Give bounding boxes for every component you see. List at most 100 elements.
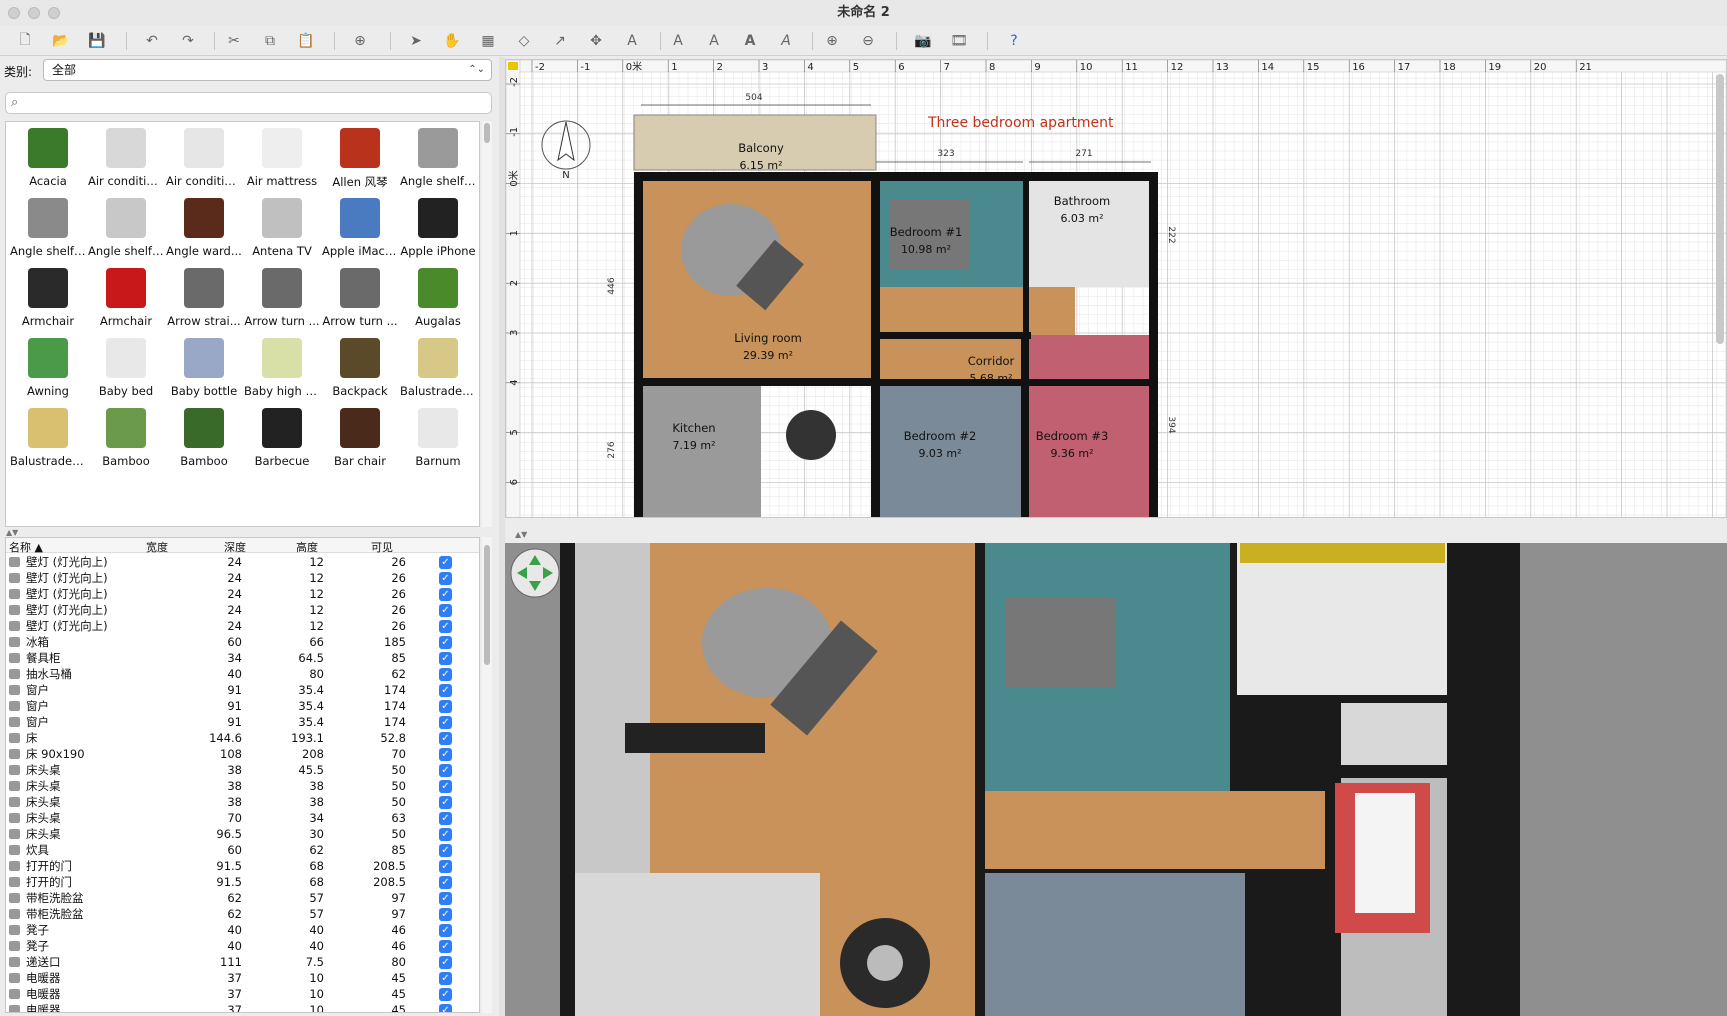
header-name[interactable]: 名称 ▲ [9,539,43,555]
table-row[interactable]: 床头桌 38 38 50 ✓ [6,794,479,810]
catalog-item[interactable]: Barbecue [244,404,320,474]
create-photo-icon[interactable]: 📷 [911,30,935,52]
catalog-item[interactable]: Arrow strai... [166,264,242,334]
undo-icon[interactable]: ↶ [140,30,164,52]
select-arrow-icon[interactable]: ➤ [404,30,428,52]
catalog-item[interactable]: Baby high c... [244,334,320,404]
italic-text-icon[interactable]: A [774,30,798,52]
copy-icon[interactable]: ⧉ [258,30,282,52]
add-furniture-icon[interactable]: ⊕ [348,30,372,52]
split-handle[interactable]: ▲▼ [6,528,18,537]
table-row[interactable]: 餐具柜 34 64.5 85 ✓ [6,650,479,666]
table-row[interactable]: 递送口 111 7.5 80 ✓ [6,954,479,970]
table-row[interactable]: 电暖器 37 10 45 ✓ [6,1002,479,1012]
table-row[interactable]: 凳子 40 40 46 ✓ [6,938,479,954]
header-depth[interactable]: 深度 [224,539,246,555]
category-select[interactable]: 全部 ⌃⌄ [43,59,492,81]
catalog-item[interactable]: Apple iMac ... [322,194,398,264]
visible-checkbox[interactable]: ✓ [439,604,452,617]
catalog-item[interactable]: Balustrade ... [10,404,86,474]
visible-checkbox[interactable]: ✓ [439,700,452,713]
table-row[interactable]: 窗户 91 35.4 174 ✓ [6,714,479,730]
header-height[interactable]: 高度 [296,539,318,555]
catalog-item[interactable]: Baby bottle [166,334,242,404]
catalog-scrollbar[interactable] [482,121,492,527]
visible-checkbox[interactable]: ✓ [439,764,452,777]
visible-checkbox[interactable]: ✓ [439,972,452,985]
catalog-item[interactable]: Air conditio... [88,124,164,194]
catalog-item[interactable]: Angle shelf ... [400,124,476,194]
table-row[interactable]: 床 90x190 108 208 70 ✓ [6,746,479,762]
visible-checkbox[interactable]: ✓ [439,860,452,873]
catalog-item[interactable]: Antena TV [244,194,320,264]
catalog-item[interactable]: Air conditio... [166,124,242,194]
create-polylines-icon[interactable]: ↗ [548,30,572,52]
visible-checkbox[interactable]: ✓ [439,876,452,889]
catalog-item[interactable]: Acacia [10,124,86,194]
visible-checkbox[interactable]: ✓ [439,988,452,1001]
text-style-icon[interactable]: A [702,30,726,52]
visible-checkbox[interactable]: ✓ [439,684,452,697]
table-row[interactable]: 壁灯 (灯光向上) 24 12 26 ✓ [6,602,479,618]
split-handle[interactable]: ▲▼ [515,530,527,539]
catalog-item[interactable]: Baby bed [88,334,164,404]
catalog-item[interactable]: Bamboo [88,404,164,474]
catalog-item[interactable]: Barnum [400,404,476,474]
visible-checkbox[interactable]: ✓ [439,828,452,841]
minimize-window-button[interactable] [28,7,40,19]
table-row[interactable]: 床 144.6 193.1 52.8 ✓ [6,730,479,746]
catalog-item[interactable]: Angle shelf ... [10,194,86,264]
paste-icon[interactable]: 📋 [294,30,318,52]
table-row[interactable]: 打开的门 91.5 68 208.5 ✓ [6,858,479,874]
add-text-icon[interactable]: A [620,30,644,52]
table-scrollbar[interactable] [482,537,492,1013]
visible-checkbox[interactable]: ✓ [439,748,452,761]
create-dimensions-icon[interactable]: ✥ [584,30,608,52]
visible-checkbox[interactable]: ✓ [439,636,452,649]
visible-checkbox[interactable]: ✓ [439,796,452,809]
visible-checkbox[interactable]: ✓ [439,732,452,745]
table-row[interactable]: 窗户 91 35.4 174 ✓ [6,698,479,714]
catalog-item[interactable]: Bamboo [166,404,242,474]
visible-checkbox[interactable]: ✓ [439,924,452,937]
visible-checkbox[interactable]: ✓ [439,716,452,729]
visible-checkbox[interactable]: ✓ [439,1004,452,1012]
catalog-item[interactable]: Balustrade ... [400,334,476,404]
create-walls-icon[interactable]: ▦ [476,30,500,52]
catalog-item[interactable]: Armchair [88,264,164,334]
catalog-item[interactable]: Augalas [400,264,476,334]
catalog-item[interactable]: Bar chair [322,404,398,474]
visible-checkbox[interactable]: ✓ [439,668,452,681]
table-row[interactable]: 壁灯 (灯光向上) 24 12 26 ✓ [6,618,479,634]
table-row[interactable]: 带柜洗脸盆 62 57 97 ✓ [6,890,479,906]
table-row[interactable]: 打开的门 91.5 68 208.5 ✓ [6,874,479,890]
search-input[interactable]: ⌕ [5,92,492,114]
table-row[interactable]: 冰箱 60 66 185 ✓ [6,634,479,650]
visible-checkbox[interactable]: ✓ [439,892,452,905]
visible-checkbox[interactable]: ✓ [439,780,452,793]
table-row[interactable]: 床头桌 38 45.5 50 ✓ [6,762,479,778]
catalog-item[interactable]: Angle shelf ... [88,194,164,264]
new-file-icon[interactable]: 🗋 [13,30,37,52]
3d-view[interactable] [505,543,1727,1016]
floor-plan[interactable]: -2 -1 0米 1 2 3 4 5 6 7 8 9 10 11 12 13 14 15 16 17 18 19 20 21-… [506,60,1727,518]
catalog-item[interactable]: Awning [10,334,86,404]
catalog-item[interactable]: Arrow turn ... [244,264,320,334]
table-row[interactable]: 电暖器 37 10 45 ✓ [6,970,479,986]
table-row[interactable]: 床头桌 96.5 30 50 ✓ [6,826,479,842]
zoom-in-icon[interactable]: ⊕ [820,30,844,52]
create-rooms-icon[interactable]: ◇ [512,30,536,52]
zoom-window-button[interactable] [48,7,60,19]
visible-checkbox[interactable]: ✓ [439,812,452,825]
header-width[interactable]: 宽度 [146,539,168,555]
visible-checkbox[interactable]: ✓ [439,956,452,969]
table-row[interactable]: 窗户 91 35.4 174 ✓ [6,682,479,698]
zoom-out-icon[interactable]: ⊖ [856,30,880,52]
table-row[interactable]: 凳子 40 40 46 ✓ [6,922,479,938]
header-visible[interactable]: 可见 [371,539,393,555]
cut-icon[interactable]: ✂ [222,30,246,52]
visible-checkbox[interactable]: ✓ [439,908,452,921]
bold-text-icon[interactable]: A [738,30,762,52]
table-row[interactable]: 壁灯 (灯光向上) 24 12 26 ✓ [6,586,479,602]
visible-checkbox[interactable]: ✓ [439,844,452,857]
